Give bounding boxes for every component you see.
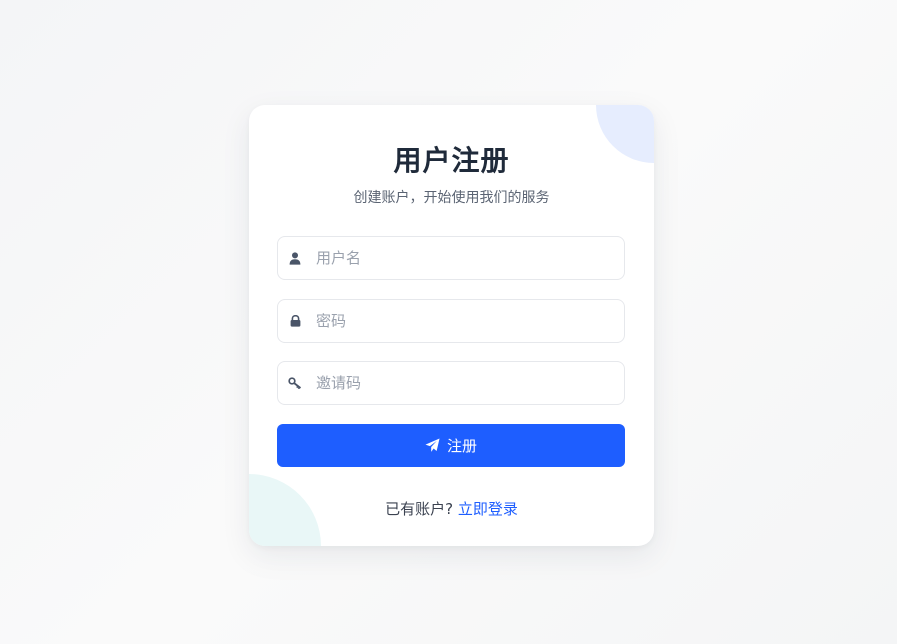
login-prompt: 已有账户? 立即登录	[249, 498, 654, 519]
login-link[interactable]: 立即登录	[458, 500, 518, 518]
paper-plane-icon	[425, 438, 440, 453]
user-icon	[280, 251, 310, 265]
username-field[interactable]	[277, 236, 625, 280]
invite-code-field[interactable]	[277, 361, 625, 405]
page-title: 用户注册	[393, 144, 510, 177]
register-button-label: 注册	[446, 437, 477, 455]
username-input[interactable]	[310, 237, 624, 279]
password-input[interactable]	[310, 300, 624, 342]
password-field[interactable]	[277, 299, 625, 343]
key-icon	[280, 377, 310, 389]
page-subtitle: 创建账户，开始使用我们的服务	[353, 190, 550, 206]
register-button[interactable]: 注册	[277, 424, 625, 467]
invite-code-input[interactable]	[310, 362, 624, 404]
lock-icon	[280, 315, 310, 327]
register-card: 用户注册 创建账户，开始使用我们的服务 用户名 邀请码 注册 已有账户? 立即登…	[249, 105, 654, 546]
login-prompt-text: 已有账户?	[385, 500, 454, 518]
